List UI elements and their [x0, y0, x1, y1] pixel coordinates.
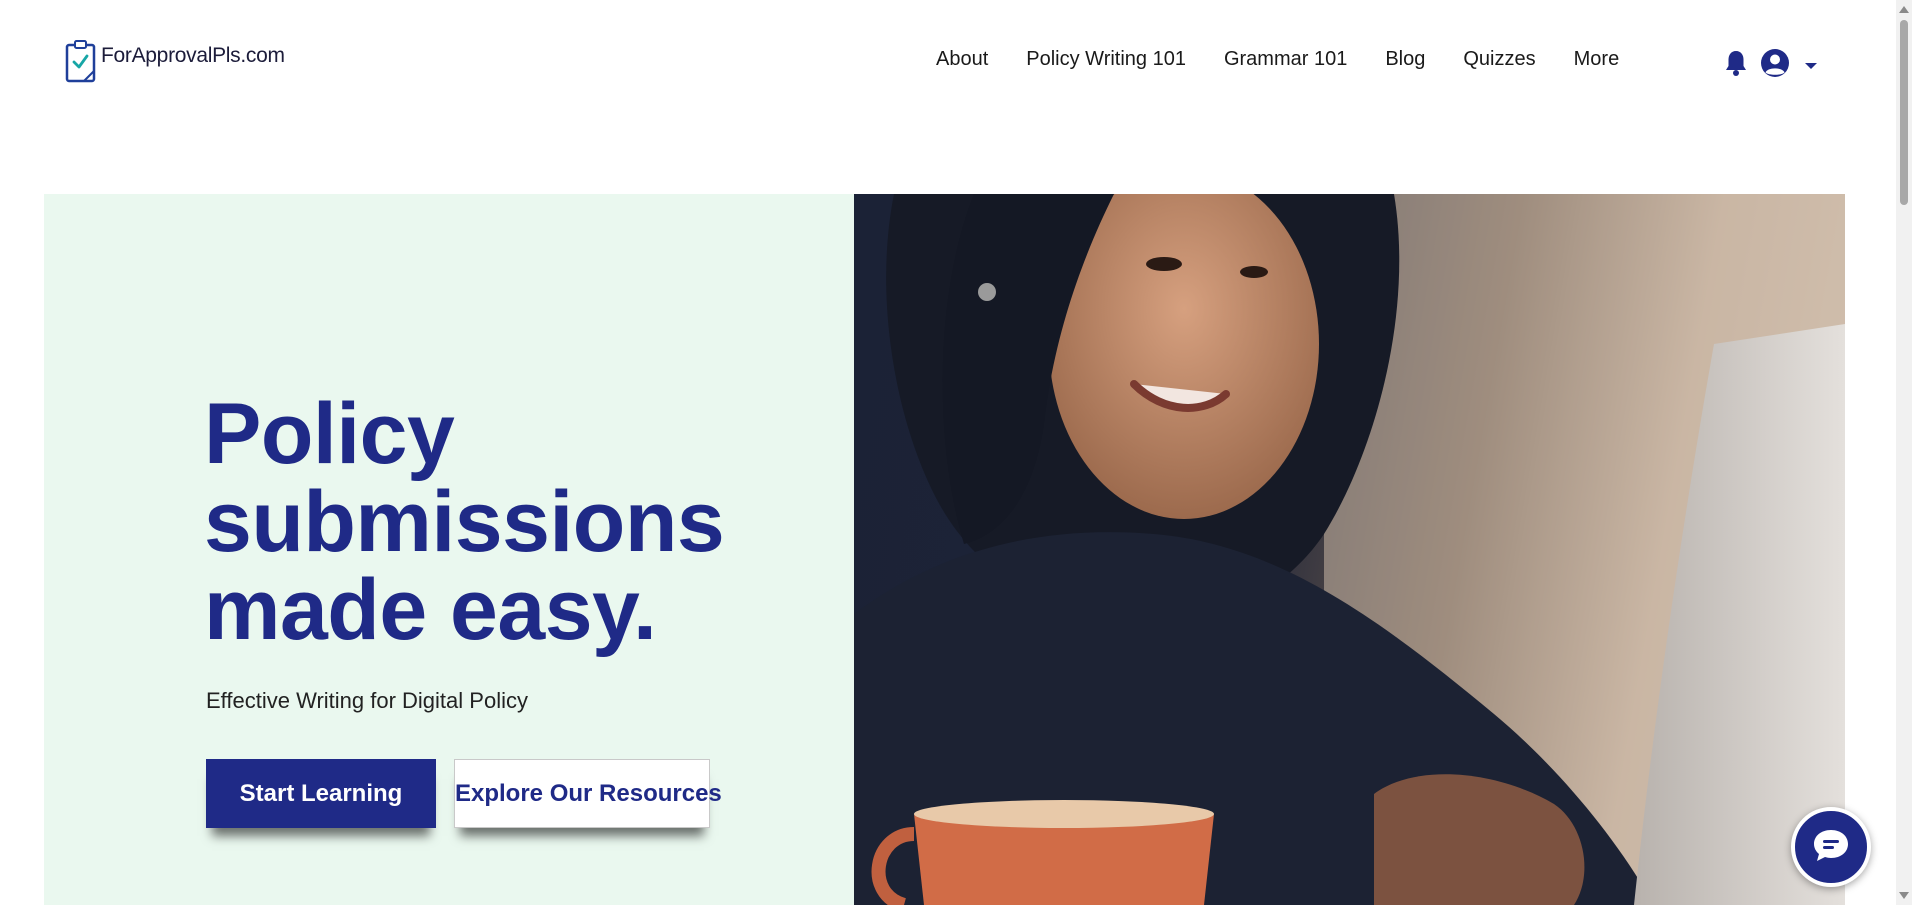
scroll-thumb[interactable]	[1900, 20, 1908, 205]
user-avatar-icon[interactable]	[1760, 48, 1790, 78]
scroll-up-arrow-icon[interactable]	[1899, 6, 1909, 13]
caret-down-icon[interactable]	[1804, 58, 1818, 69]
nav-item-blog[interactable]: Blog	[1385, 48, 1425, 71]
hero-title-line: submissions	[204, 474, 725, 570]
scroll-down-arrow-icon[interactable]	[1899, 892, 1909, 899]
hero-panel: Policy submissions made easy. Effective …	[44, 194, 854, 905]
nav-item-quizzes[interactable]: Quizzes	[1463, 48, 1535, 71]
site-header: ForApprovalPls.com About Policy Writing …	[0, 0, 1893, 130]
main-nav: About Policy Writing 101 Grammar 101 Blo…	[936, 48, 1619, 71]
start-learning-button[interactable]: Start Learning	[206, 759, 436, 828]
site-logo[interactable]: ForApprovalPls.com	[64, 40, 285, 84]
hero-photo-illustration	[854, 194, 1845, 905]
hero-subtitle: Effective Writing for Digital Policy	[206, 688, 528, 713]
clipboard-check-icon	[64, 40, 97, 84]
bell-icon[interactable]	[1724, 49, 1748, 77]
hero-title-line: Policy	[204, 386, 455, 482]
page-scrollbar[interactable]	[1896, 0, 1912, 905]
header-actions	[1724, 48, 1818, 78]
hero-title-line: made easy.	[204, 562, 657, 658]
nav-item-policy-writing-101[interactable]: Policy Writing 101	[1026, 48, 1186, 71]
chat-bubble-icon	[1811, 827, 1851, 868]
hero-photo	[854, 194, 1845, 905]
explore-resources-button[interactable]: Explore Our Resources	[454, 759, 722, 828]
logo-text: ForApprovalPls.com	[101, 44, 285, 67]
nav-item-grammar-101[interactable]: Grammar 101	[1224, 48, 1347, 71]
nav-item-about[interactable]: About	[936, 48, 988, 71]
nav-item-more[interactable]: More	[1574, 48, 1620, 71]
hero-title: Policy submissions made easy.	[204, 390, 764, 654]
chat-button[interactable]	[1791, 807, 1871, 887]
